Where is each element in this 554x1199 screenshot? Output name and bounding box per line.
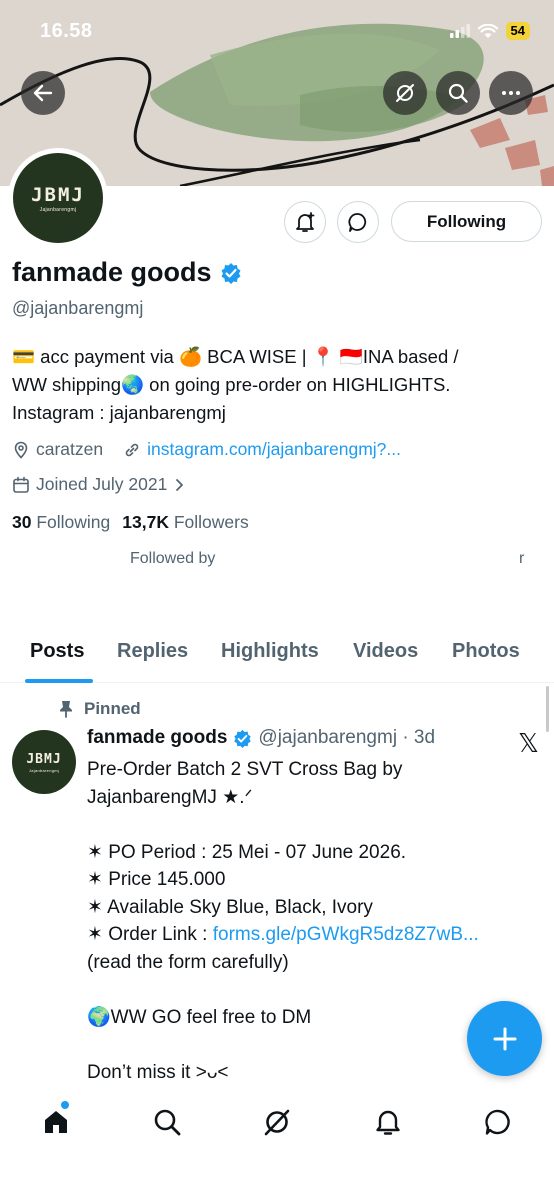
post-line: (read the form carefully)	[87, 951, 289, 973]
following-button[interactable]: Following	[391, 201, 542, 242]
status-time: 16.58	[40, 20, 93, 42]
chevron-right-icon	[176, 478, 184, 491]
bio-line: WW shipping🌏 on going pre-order on HIGHL…	[12, 374, 451, 395]
followers-count: 13,7K	[122, 512, 169, 532]
nav-explore[interactable]	[147, 1102, 187, 1142]
profile-handle: @jajanbarengmj	[12, 298, 144, 318]
grok-icon	[396, 84, 414, 102]
compose-post-button[interactable]	[467, 1001, 542, 1076]
explore-icon	[154, 1109, 181, 1136]
post-handle-time: @jajanbarengmj · 3d	[258, 727, 436, 748]
pinned-label: Pinned	[58, 699, 141, 719]
battery-level: 54	[505, 22, 530, 40]
avatar-logo-text: JBMJ	[31, 183, 85, 206]
notification-bell-icon	[296, 212, 315, 232]
home-notification-dot	[61, 1101, 69, 1109]
post-line: ✶ PO Period : 25 Mei - 07 June 2026.	[87, 841, 407, 863]
plus-icon	[493, 1027, 516, 1050]
following-count-link[interactable]: 30 Following	[12, 512, 110, 533]
followers-count-link[interactable]: 13,7K Followers	[122, 512, 248, 533]
bio-line: Instagram : jajanbarengmj	[12, 402, 226, 423]
post-header: fanmade goods @jajanbarengmj · 3d	[87, 727, 435, 749]
pinned-text: Pinned	[84, 699, 141, 718]
scrollbar[interactable]	[546, 686, 549, 732]
post-line-text: ✶ Order Link :	[87, 924, 213, 945]
profile-website-link[interactable]: instagram.com/jajanbarengmj?...	[147, 439, 401, 460]
following-count-label: Following	[36, 512, 111, 532]
pin-icon	[60, 701, 72, 718]
avatar-logo-text: JBMJ	[26, 751, 62, 767]
home-icon	[45, 1111, 67, 1133]
nav-messages[interactable]	[478, 1102, 518, 1142]
tab-highlights[interactable]: Highlights	[221, 640, 319, 663]
nav-notifications[interactable]	[368, 1102, 408, 1142]
tab-videos[interactable]: Videos	[353, 640, 418, 663]
profile-display-name: fanmade goods	[12, 257, 212, 287]
more-button[interactable]	[489, 71, 533, 115]
post-line: Don’t miss it >ᴗ<	[87, 1061, 229, 1083]
avatar-logo-subtext: Jajanbarengmj	[28, 767, 60, 773]
verified-badge-icon	[234, 729, 252, 748]
nav-grok[interactable]	[257, 1102, 297, 1142]
link-icon	[125, 443, 139, 456]
verified-badge-icon	[221, 262, 241, 284]
calendar-icon	[13, 476, 29, 493]
post-author-avatar[interactable]: JBMJ Jajanbarengmj	[12, 730, 76, 794]
signal-icon	[449, 24, 470, 38]
avatar-logo: JBMJ Jajanbarengmj	[13, 153, 103, 243]
grok-button[interactable]	[383, 71, 427, 115]
order-form-link[interactable]: forms.gle/pGWkgR5dz8Z7wB...	[213, 924, 479, 945]
back-arrow-icon	[33, 84, 53, 102]
tab-photos[interactable]: Photos	[452, 640, 520, 663]
profile-joined-row[interactable]: Joined July 2021	[12, 474, 185, 495]
profile-name-row: fanmade goods	[12, 257, 242, 288]
post-line: ✶ Price 145.000	[87, 869, 226, 890]
search-button[interactable]	[436, 71, 480, 115]
status-indicators: 54	[449, 22, 530, 40]
more-icon	[502, 91, 520, 95]
profile-tabs: Posts Replies Highlights Videos Photos	[0, 628, 554, 683]
profile-bio: 💳 acc payment via 🍊 BCA WISE | 📍 🇮🇩INA b…	[12, 343, 542, 427]
message-button[interactable]	[337, 201, 379, 243]
notification-toggle-button[interactable]	[284, 201, 326, 243]
search-icon	[448, 83, 468, 103]
profile-location: caratzen	[36, 439, 104, 459]
chat-icon	[485, 1109, 510, 1135]
post-line: JajanbarengMJ ★.ᐟ	[87, 786, 253, 808]
post-author-name[interactable]: fanmade goods	[87, 727, 227, 749]
following-count: 30	[12, 512, 32, 532]
tab-posts[interactable]: Posts	[30, 640, 84, 663]
tab-replies[interactable]: Replies	[117, 640, 188, 663]
message-icon	[348, 213, 367, 232]
back-button[interactable]	[21, 71, 65, 115]
grok-icon	[264, 1109, 290, 1136]
post-line: Pre-Order Batch 2 SVT Cross Bag by	[87, 759, 403, 780]
profile-meta-row: caratzen instagram.com/jajanbarengmj?...	[12, 439, 401, 460]
profile-counts: 30 Following 13,7K Followers	[12, 512, 249, 533]
bio-line: 💳 acc payment via 🍊 BCA WISE | 📍 🇮🇩INA b…	[12, 346, 459, 367]
avatar-logo-subtext: Jajanbarengmj	[39, 206, 77, 213]
location-icon	[14, 441, 28, 459]
nav-home[interactable]	[36, 1102, 76, 1142]
post-line: ✶ Order Link : forms.gle/pGWkgR5dz8Z7wB.…	[87, 921, 537, 949]
bottom-navigation	[0, 1086, 554, 1199]
bell-icon	[376, 1110, 400, 1135]
active-tab-indicator	[25, 679, 93, 683]
profile-joined-date: Joined July 2021	[36, 474, 168, 494]
post-line: ✶ Available Sky Blue, Black, Ivory	[87, 896, 373, 918]
wifi-icon	[477, 23, 498, 38]
followed-by-text[interactable]: Followed by	[130, 550, 215, 568]
followers-count-label: Followers	[173, 512, 249, 532]
profile-avatar[interactable]: JBMJ Jajanbarengmj	[8, 148, 108, 248]
followed-by-tail: r	[519, 550, 525, 567]
x-logo-icon[interactable]: 𝕏	[518, 728, 539, 759]
